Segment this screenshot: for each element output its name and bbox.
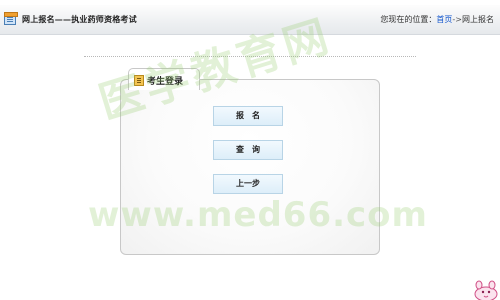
login-panel-tab: 考生登录 [128, 68, 200, 90]
notepad-icon [134, 75, 144, 86]
breadcrumb-current: 网上报名 [462, 15, 494, 24]
dotted-divider [84, 56, 416, 57]
breadcrumb-home-link[interactable]: 首页 [436, 15, 452, 24]
mascot-icon [474, 280, 498, 300]
list-icon [4, 12, 18, 25]
page-title: 网上报名——执业药师资格考试 [22, 15, 137, 24]
query-button[interactable]: 查 询 [213, 140, 283, 160]
breadcrumb: 您现在的位置：首页->网上报名 [380, 14, 494, 25]
breadcrumb-location-label: 您现在的位置： [380, 15, 437, 24]
login-panel-title: 考生登录 [147, 77, 184, 87]
back-button[interactable]: 上一步 [213, 174, 283, 194]
top-header-bar: 网上报名——执业药师资格考试 您现在的位置：首页->网上报名 [0, 5, 500, 35]
breadcrumb-separator: -> [452, 15, 462, 24]
signup-button[interactable]: 报 名 [213, 106, 283, 126]
